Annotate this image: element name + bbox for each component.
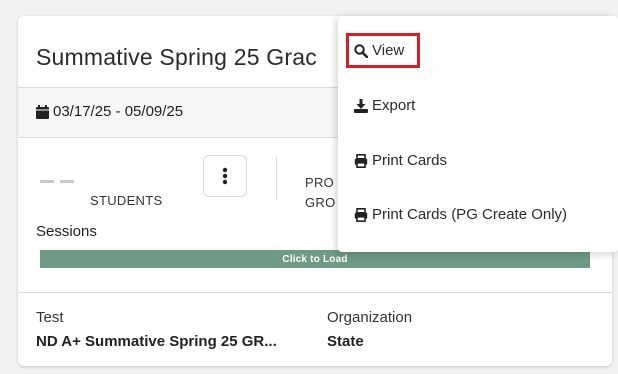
menu-item-export-label: Export [372, 97, 416, 114]
printer-icon [354, 207, 368, 222]
actions-dropdown-menu: View Export Print Cards Print Cards (PG … [338, 16, 618, 252]
menu-item-print-cards-pg-label: Print Cards (PG Create Only) [372, 206, 568, 223]
search-icon [354, 43, 368, 58]
students-label: STUDENTS [90, 193, 163, 208]
calendar-icon [36, 104, 49, 119]
menu-item-print-cards[interactable]: Print Cards [354, 152, 447, 169]
more-options-button[interactable] [203, 155, 247, 197]
menu-item-export[interactable]: Export [354, 97, 415, 114]
menu-item-print-cards-label: Print Cards [372, 152, 448, 169]
menu-item-print-cards-pg[interactable]: Print Cards (PG Create Only) [354, 206, 567, 223]
organization-value: State [327, 333, 364, 350]
test-label: Test [36, 309, 64, 326]
date-range: 03/17/25 - 05/09/25 [36, 103, 183, 120]
date-range-text: 03/17/25 - 05/09/25 [53, 103, 184, 120]
test-info: Test ND A+ Summative Spring 25 GR... [36, 309, 277, 350]
progress-label-line2: GRO [305, 195, 336, 210]
progress-label: PRO GRO [305, 173, 336, 213]
click-to-load-button[interactable]: Click to Load [40, 250, 590, 268]
menu-item-view[interactable]: View [354, 42, 404, 59]
footer-divider [18, 292, 612, 293]
kebab-icon [222, 167, 228, 185]
menu-item-view-label: View [372, 42, 405, 59]
printer-icon [354, 153, 368, 168]
students-count-placeholder [40, 180, 74, 183]
sessions-label: Sessions [36, 223, 97, 240]
stats-separator [276, 156, 277, 200]
download-icon [354, 98, 368, 113]
organization-label: Organization [327, 309, 413, 326]
test-value: ND A+ Summative Spring 25 GR... [36, 333, 277, 350]
card-title[interactable]: Summative Spring 25 Grac [36, 44, 317, 71]
progress-label-line1: PRO [305, 175, 335, 190]
organization-info: Organization State [327, 309, 412, 350]
